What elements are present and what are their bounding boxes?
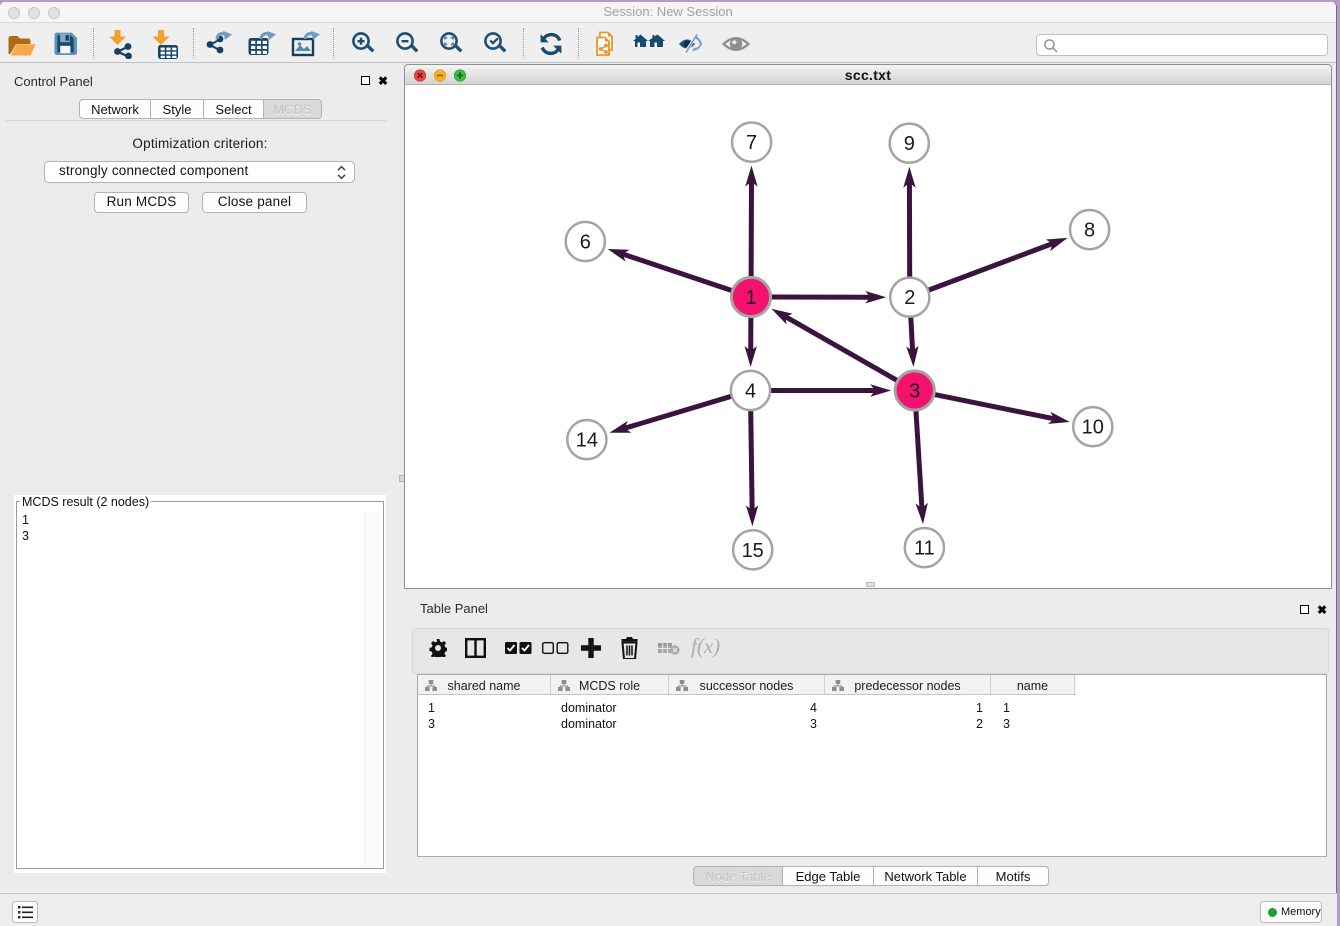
svg-text:11: 11 xyxy=(914,538,935,560)
svg-text:15: 15 xyxy=(742,540,764,562)
svg-text:9: 9 xyxy=(904,133,915,155)
svg-text:6: 6 xyxy=(580,232,591,254)
svg-text:7: 7 xyxy=(746,132,757,154)
svg-text:2: 2 xyxy=(904,287,915,309)
svg-text:8: 8 xyxy=(1084,220,1095,242)
svg-text:3: 3 xyxy=(909,381,920,403)
svg-text:4: 4 xyxy=(745,381,756,403)
svg-text:1: 1 xyxy=(745,287,756,309)
svg-text:14: 14 xyxy=(576,430,598,452)
svg-text:10: 10 xyxy=(1082,417,1104,439)
